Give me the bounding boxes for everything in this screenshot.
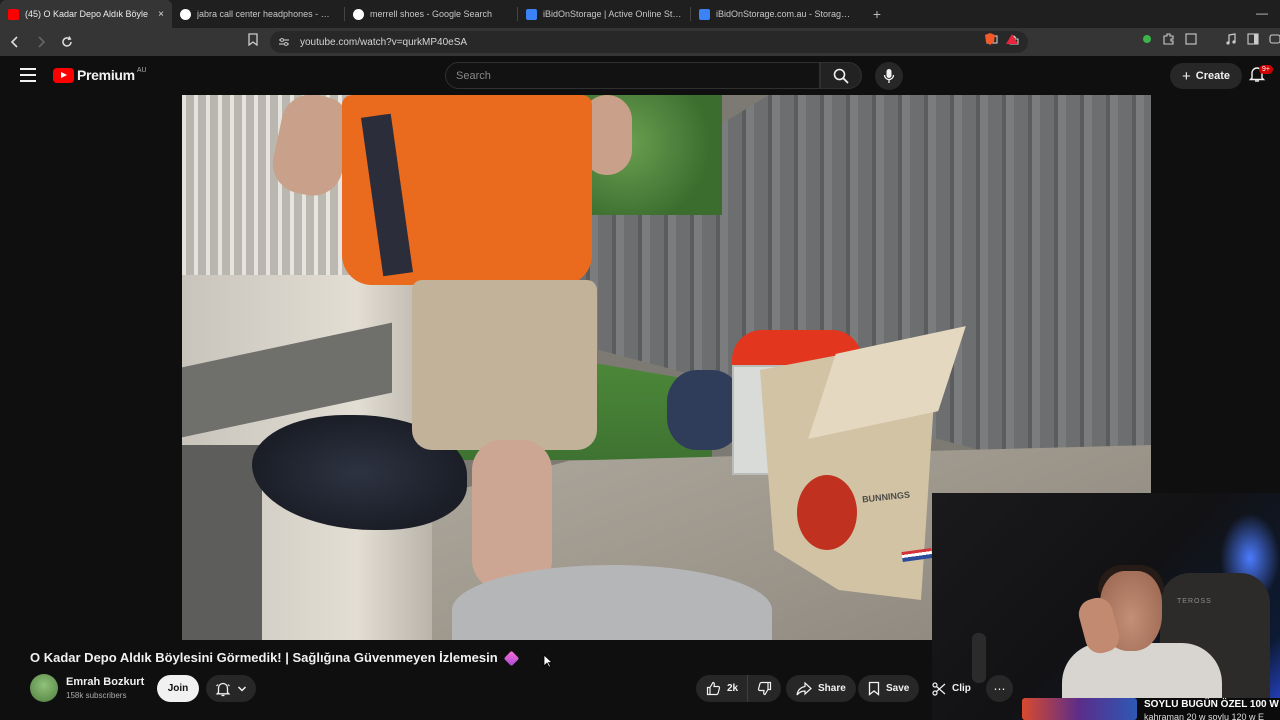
browser-tab-strip: (45) O Kadar Depo Aldık Böyle × jabra ca… [0, 0, 1280, 28]
thumbs-up-icon [706, 681, 721, 696]
video-scene-lower-step [182, 445, 262, 640]
voice-search-button[interactable] [875, 62, 903, 90]
google-favicon-icon [353, 8, 364, 20]
address-bar[interactable]: youtube.com/watch?v=qurkMP40eSA [270, 31, 1028, 53]
extension-leaf-icon[interactable] [1140, 32, 1154, 46]
ticker-subtitle: kahraman 20 w soylu 120 w E [1144, 712, 1265, 720]
country-code: AU [136, 66, 147, 74]
menu-icon[interactable] [20, 68, 36, 82]
share-arrow-icon [796, 681, 812, 695]
video-title-text: O Kadar Depo Aldık Böylesini Görmedik! |… [30, 650, 498, 665]
search-icon [833, 68, 849, 84]
reload-icon [62, 36, 72, 47]
notification-count-badge: 9+ [1259, 65, 1273, 74]
youtube-masthead: Premium AU Search + Create [0, 56, 1280, 95]
sidebar-toggle-icon[interactable] [1246, 32, 1260, 46]
video-scene-blue-bag [667, 370, 742, 450]
subscriber-count: 158k subscribers [66, 691, 127, 700]
channel-name[interactable]: Emrah Bozkurt [66, 676, 144, 688]
notification-bell-icon [215, 682, 231, 696]
share-button-content: Share [786, 681, 856, 696]
subscription-bell-button[interactable] [206, 675, 256, 702]
browser-tab-youtube[interactable]: (45) O Kadar Depo Aldık Böyle × [0, 0, 172, 28]
clip-button[interactable]: Clip [922, 675, 978, 702]
tab-title: (45) O Kadar Depo Aldık Böyle [25, 9, 149, 19]
new-tab-button[interactable]: + [863, 0, 891, 28]
like-button[interactable]: 2k [696, 675, 749, 702]
join-button[interactable]: Join [157, 675, 199, 702]
tab-title: merrell shoes - Google Search [370, 9, 493, 19]
share-label: Share [818, 683, 846, 694]
browser-tab-merrell[interactable]: merrell shoes - Google Search [345, 0, 517, 28]
like-dislike-group: 2k [696, 675, 782, 702]
sparkle-emoji-icon [503, 650, 519, 667]
extensions-group [1140, 32, 1280, 46]
tab-search-icon[interactable] [1184, 32, 1198, 46]
browser-tab-ibid-storageking[interactable]: iBidOnStorage.com.au - Storage King [691, 0, 863, 28]
dislike-button[interactable] [748, 675, 781, 702]
forward-arrow-icon [38, 36, 46, 48]
close-tab-icon[interactable]: × [158, 9, 164, 20]
rewards-triangle-icon[interactable] [1005, 32, 1019, 46]
create-label: Create [1195, 70, 1231, 82]
browser-toolbar: youtube.com/watch?v=qurkMP40eSA [0, 28, 1280, 56]
save-label: Save [886, 683, 910, 694]
mouse-cursor-icon [543, 654, 553, 668]
app-root: (45) O Kadar Depo Aldık Böyle × jabra ca… [0, 0, 1280, 720]
site-info-icon[interactable] [278, 37, 290, 47]
share-button[interactable]: Share [786, 675, 856, 702]
puzzle-icon[interactable] [1162, 32, 1176, 46]
microphone-icon [883, 69, 895, 83]
webcam-overlay: TEROSS SOYLU BUGÜN ÖZEL 100 W kahraman 2… [932, 493, 1280, 720]
clip-label: Clip [952, 683, 971, 694]
video-scene-hammer-logo [797, 475, 857, 550]
save-button[interactable]: Save [858, 675, 920, 702]
profile-wallet-icon[interactable] [1268, 32, 1280, 46]
minimize-window-button[interactable]: — [1256, 6, 1268, 20]
back-arrow-icon [10, 36, 18, 48]
tab-title: jabra call center headphones - Google [197, 9, 336, 19]
webcam-chair-text: TEROSS [1177, 598, 1212, 605]
ticker-thumbnail [1022, 698, 1137, 720]
more-actions-button[interactable]: ⋯ [986, 675, 1013, 702]
back-button[interactable] [4, 31, 26, 53]
thumbs-down-icon [758, 681, 772, 696]
browser-shield-group [983, 32, 1019, 46]
youtube-favicon-icon [8, 8, 19, 20]
ibid-favicon-icon [699, 8, 710, 20]
video-scene-leg [472, 440, 552, 590]
toolbar-spacer [1206, 32, 1216, 46]
save-button-content: Save [858, 681, 919, 696]
youtube-play-logo-icon [53, 67, 74, 83]
plus-icon: + [1182, 67, 1191, 85]
google-favicon-icon [180, 8, 191, 20]
browser-tab-ibid-active[interactable]: iBidOnStorage | Active Online Storage [518, 0, 690, 28]
chevron-down-icon [237, 685, 247, 692]
clip-button-content: Clip [922, 681, 981, 696]
url-text: youtube.com/watch?v=qurkMP40eSA [300, 36, 468, 48]
webcam-microphone [972, 633, 986, 683]
search-placeholder: Search [456, 69, 491, 82]
video-scene-shorts [412, 280, 597, 450]
ibid-favicon-icon [526, 8, 537, 20]
scissors-icon [932, 681, 946, 696]
bookmark-icon[interactable] [248, 33, 258, 46]
media-control-icon[interactable] [1224, 32, 1238, 46]
youtube-premium-logo[interactable]: Premium AU [53, 67, 147, 83]
tab-title: iBidOnStorage.com.au - Storage King [716, 9, 855, 19]
video-title: O Kadar Depo Aldık Böylesini Görmedik! |… [30, 650, 519, 667]
forward-button[interactable] [30, 31, 52, 53]
channel-avatar[interactable] [30, 674, 58, 702]
search-button[interactable] [820, 62, 862, 89]
like-count: 2k [727, 683, 739, 694]
ticker-title: SOYLU BUGÜN ÖZEL 100 W [1144, 699, 1279, 710]
browser-tab-jabra[interactable]: jabra call center headphones - Google [172, 0, 344, 28]
create-button[interactable]: + Create [1170, 63, 1243, 89]
save-bookmark-icon [868, 681, 880, 696]
brave-shield-icon[interactable] [983, 32, 997, 46]
logo-text: Premium [77, 67, 135, 83]
tab-title: iBidOnStorage | Active Online Storage [543, 9, 682, 19]
search-input[interactable]: Search [445, 62, 820, 89]
reload-button[interactable] [56, 31, 78, 53]
